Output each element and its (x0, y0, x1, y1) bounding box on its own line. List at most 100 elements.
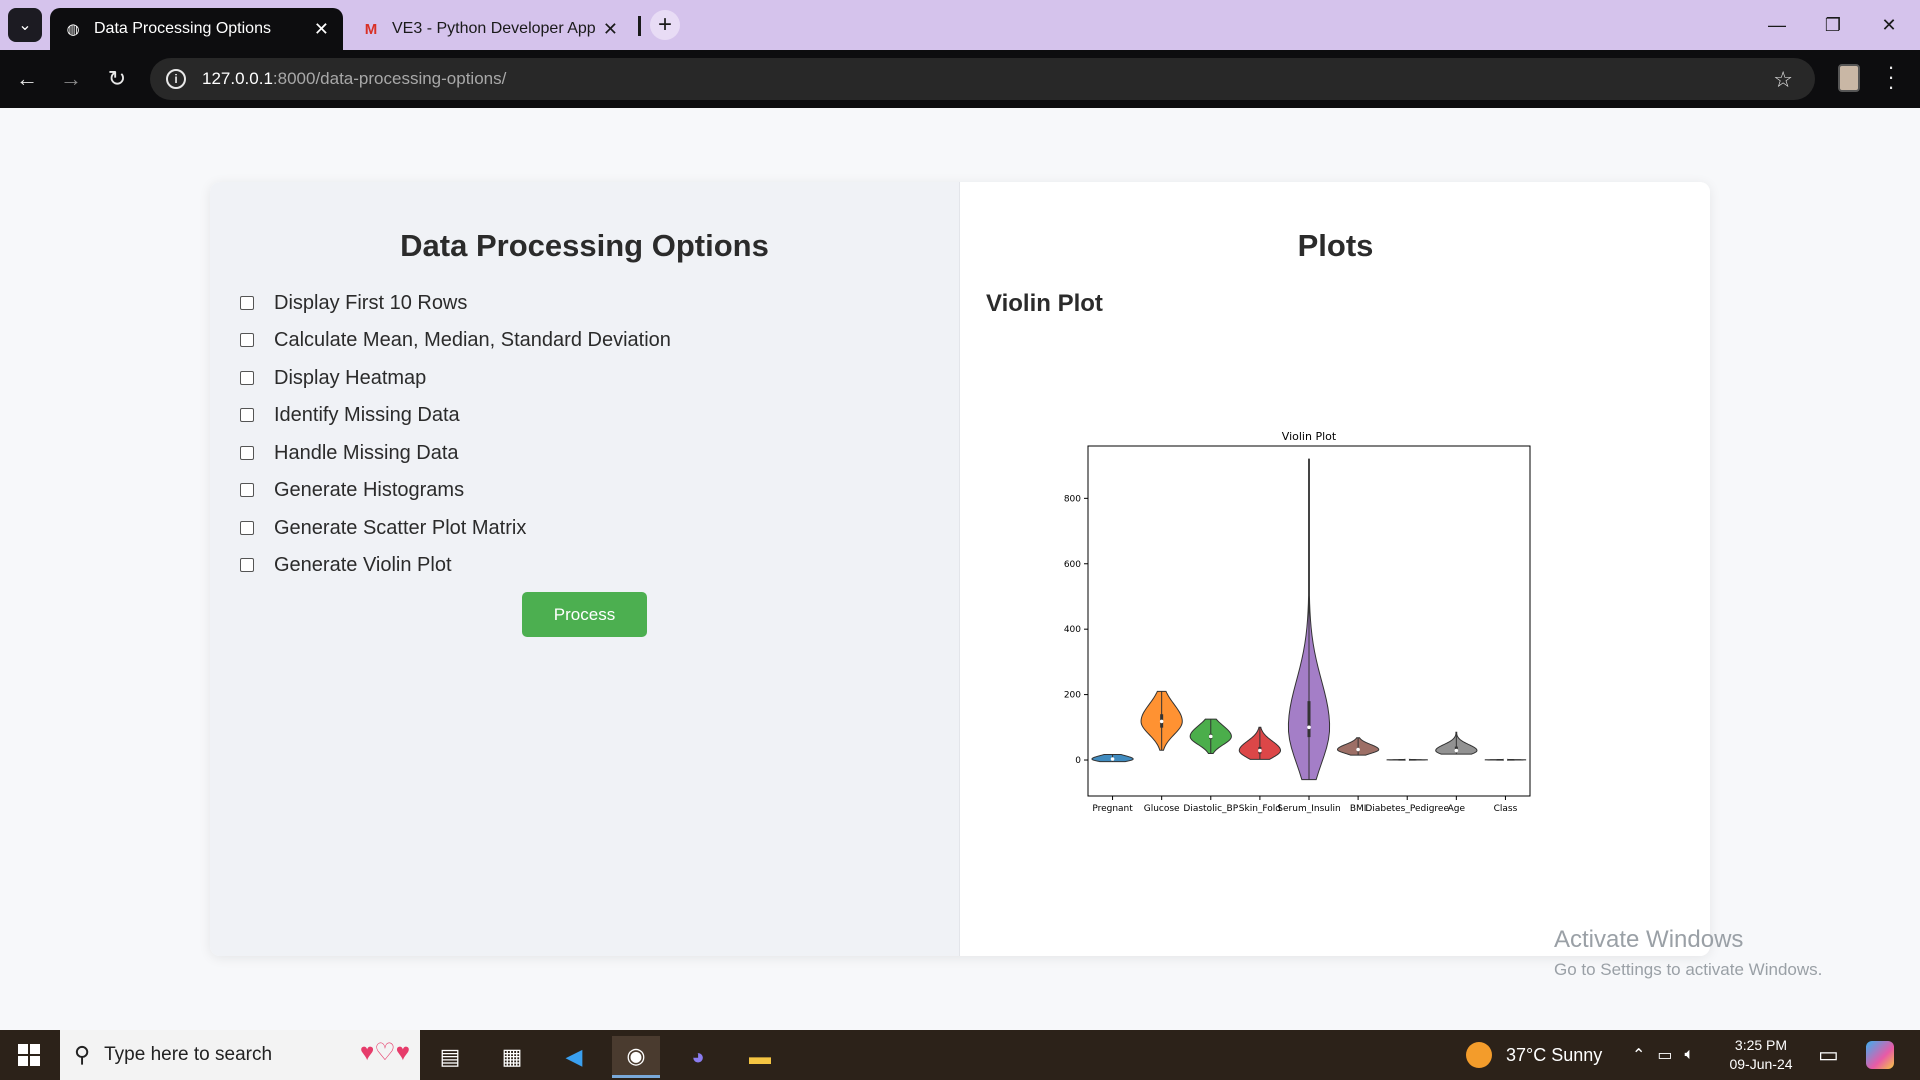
copilot-icon[interactable] (1866, 1041, 1894, 1069)
violin-median (1356, 747, 1360, 752)
activate-windows-hint: Go to Settings to activate Windows. (1554, 960, 1823, 979)
x-tick-label: Diastolic_BP (1183, 804, 1238, 814)
x-tick-label: Diabetes_Pedigree (1365, 804, 1449, 814)
plots-title: Plots (1297, 228, 1374, 263)
checkbox[interactable] (240, 521, 254, 535)
checkbox[interactable] (240, 483, 254, 497)
violin-median (1307, 725, 1311, 730)
close-tab-icon[interactable]: ✕ (314, 19, 329, 40)
new-tab-button[interactable]: + (650, 10, 680, 40)
clock-time: 3:25 PM (1734, 1037, 1788, 1053)
option-label: Identify Missing Data (274, 403, 460, 426)
battery-icon[interactable]: ▭ (1657, 1045, 1672, 1065)
option-scatter-matrix[interactable]: Generate Scatter Plot Matrix (240, 513, 526, 543)
option-label: Display First 10 Rows (274, 291, 468, 314)
restore-button[interactable]: ❐ (1810, 8, 1856, 42)
chevron-up-icon[interactable]: ⌃ (1632, 1045, 1645, 1065)
windows-taskbar: ⚲ Type here to search ♥♡♥ ▤ ▦ ◀ ◉ ◕ ▬ 37… (0, 1030, 1920, 1080)
checkbox[interactable] (240, 408, 254, 422)
y-tick-label: 400 (1064, 625, 1081, 635)
url-path: :8000/data-processing-options/ (272, 69, 507, 88)
option-label: Handle Missing Data (274, 441, 459, 464)
violin-median (1454, 748, 1459, 753)
windows-start-icon[interactable] (18, 1044, 40, 1066)
tab-title: Data Processing Options (94, 20, 271, 37)
chrome-icon[interactable]: ◉ (612, 1036, 660, 1078)
search-icon: ⚲ (74, 1042, 91, 1067)
violin-median (1208, 734, 1213, 739)
y-tick-label: 600 (1064, 560, 1081, 570)
site-info-icon[interactable]: i (166, 69, 186, 89)
search-highlight-icon: ♥♡♥ (359, 1039, 410, 1066)
checkbox[interactable] (240, 296, 254, 310)
store-icon[interactable]: ▦ (488, 1036, 536, 1078)
search-placeholder: Type here to search (104, 1044, 273, 1065)
option-handle-missing[interactable]: Handle Missing Data (240, 438, 459, 468)
task-view-icon[interactable]: ▤ (426, 1036, 474, 1078)
checkbox[interactable] (240, 558, 254, 572)
notification-icon[interactable]: ▭ (1818, 1042, 1839, 1068)
option-label: Generate Violin Plot (274, 553, 452, 576)
x-tick-label: Serum_Insulin (1277, 804, 1340, 814)
option-display-heatmap[interactable]: Display Heatmap (240, 363, 426, 393)
weather-widget[interactable]: 37°C Sunny (1466, 1030, 1602, 1080)
address-bar-row: ← → ↻ i 127.0.0.1:8000/data-processing-o… (0, 50, 1920, 108)
globe-icon: ◍ (66, 21, 80, 38)
bookmark-star-icon[interactable]: ☆ (1773, 67, 1793, 93)
violin-median (1258, 748, 1262, 753)
violin-median (1503, 758, 1508, 762)
system-tray: ⌃ ▭ 🔈︎ (1632, 1030, 1694, 1080)
browser-menu-icon[interactable]: · · · (1886, 56, 1896, 98)
sun-icon (1466, 1042, 1492, 1068)
vscode-icon[interactable]: ◀ (550, 1036, 598, 1078)
close-window-button[interactable]: ✕ (1866, 8, 1912, 42)
y-tick-label: 800 (1064, 494, 1081, 504)
x-tick-label: Skin_Fold (1239, 804, 1281, 814)
tab-search-button[interactable]: ⌄ (8, 8, 42, 42)
page-title: Data Processing Options (400, 228, 769, 263)
url-field[interactable]: i 127.0.0.1:8000/data-processing-options… (150, 58, 1815, 100)
chart-title: Violin Plot (1282, 430, 1337, 443)
clock[interactable]: 3:25 PM 09-Jun-24 (1724, 1036, 1798, 1074)
tab-data-processing[interactable]: ◍ Data Processing Options ✕ (50, 8, 343, 50)
option-histograms[interactable]: Generate Histograms (240, 475, 464, 505)
plot-subtitle: Violin Plot (986, 290, 1103, 317)
forward-icon[interactable]: → (54, 62, 88, 96)
volume-icon[interactable]: 🔈︎ (1685, 1046, 1695, 1064)
x-tick-label: Age (1448, 804, 1466, 814)
option-violin-plot[interactable]: Generate Violin Plot (240, 550, 452, 580)
option-calculate-stats[interactable]: Calculate Mean, Median, Standard Deviati… (240, 325, 671, 355)
tab-gmail[interactable]: M VE3 - Python Developer Applica ✕ (348, 8, 632, 50)
back-icon[interactable]: ← (10, 62, 44, 96)
clock-date: 09-Jun-24 (1729, 1056, 1793, 1072)
discord-icon[interactable]: ◕ (674, 1036, 722, 1078)
option-label: Generate Scatter Plot Matrix (274, 516, 527, 539)
activate-windows-title: Activate Windows (1554, 926, 1744, 953)
minimize-button[interactable]: — (1754, 8, 1800, 42)
file-explorer-icon[interactable]: ▬ (736, 1036, 784, 1078)
x-tick-label: Glucose (1144, 804, 1180, 814)
x-tick-label: Pregnant (1092, 804, 1133, 814)
violin-median (1405, 758, 1410, 762)
x-tick-label: BMI (1350, 804, 1367, 814)
profile-avatar[interactable] (1838, 64, 1860, 92)
tab-title: VE3 - Python Developer Applica (392, 20, 595, 37)
process-button[interactable]: Process (522, 592, 647, 637)
checkbox[interactable] (240, 333, 254, 347)
reload-icon[interactable]: ↻ (100, 62, 134, 96)
option-label: Display Heatmap (274, 366, 427, 389)
y-tick-label: 200 (1064, 691, 1081, 701)
option-display-first-rows[interactable]: Display First 10 Rows (240, 288, 467, 318)
checkbox[interactable] (240, 371, 254, 385)
option-label: Calculate Mean, Median, Standard Deviati… (274, 328, 671, 351)
x-tick-label: Class (1494, 804, 1518, 814)
checkbox[interactable] (240, 446, 254, 460)
chevron-down-icon: ⌄ (18, 17, 32, 34)
taskbar-search-box[interactable]: ⚲ Type here to search ♥♡♥ (60, 1030, 420, 1080)
option-label: Generate Histograms (274, 478, 465, 501)
violin-median (1110, 757, 1115, 761)
violin-plot-image: Violin Plot0200400600800Pregnant Glucose D… (1064, 430, 1531, 814)
close-tab-icon[interactable]: ✕ (603, 19, 618, 40)
option-identify-missing[interactable]: Identify Missing Data (240, 400, 460, 430)
options-panel: Data Processing Options Display First 10… (210, 182, 960, 956)
